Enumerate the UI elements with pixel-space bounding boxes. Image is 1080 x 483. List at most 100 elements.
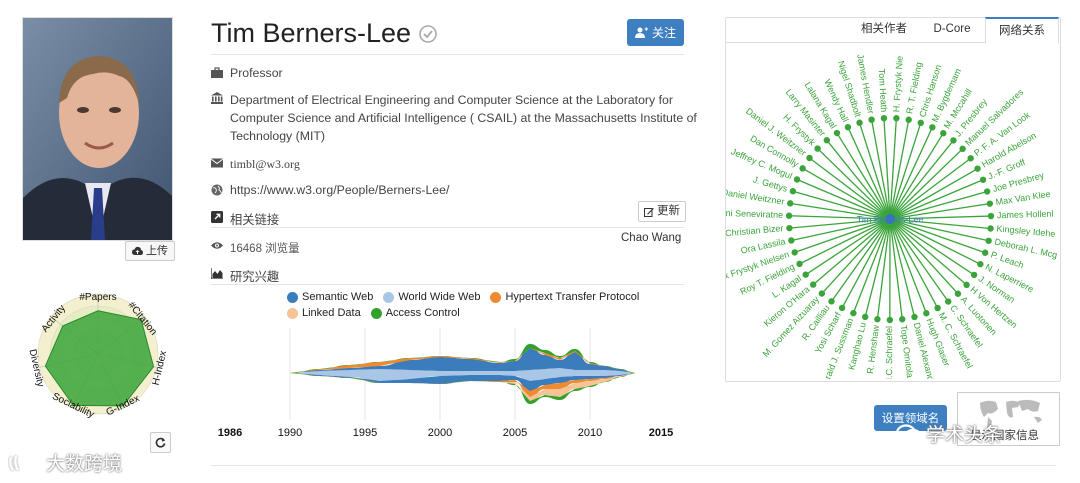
network-node bbox=[785, 212, 793, 219]
network-node bbox=[828, 298, 835, 305]
upload-photo-button[interactable]: 上传 bbox=[125, 241, 175, 261]
edit-icon bbox=[644, 207, 654, 217]
update-label: 更新 bbox=[657, 205, 680, 217]
legend-item[interactable]: Hypertext Transfer Protocol bbox=[490, 291, 639, 303]
network-node-label: R. Henshaw bbox=[865, 324, 881, 374]
network-node bbox=[874, 316, 881, 323]
email-text[interactable]: timbl@w3.org bbox=[230, 157, 300, 172]
network-edge bbox=[847, 126, 891, 220]
network-node bbox=[893, 115, 900, 122]
network-node bbox=[789, 188, 797, 195]
network-node bbox=[793, 176, 801, 183]
interests-label: 研究兴趣 bbox=[230, 270, 280, 284]
network-node bbox=[838, 304, 846, 312]
brand-logo-icon bbox=[9, 454, 42, 471]
network-node bbox=[905, 116, 912, 123]
legend-label: Access Control bbox=[385, 307, 460, 319]
network-node bbox=[923, 310, 930, 317]
name-text: Tim Berners-Lee bbox=[211, 18, 412, 48]
network-node bbox=[954, 290, 962, 297]
network-node bbox=[814, 145, 821, 152]
legend-swatch bbox=[287, 307, 298, 319]
network-node bbox=[950, 137, 957, 144]
legend-item[interactable]: Semantic Web bbox=[287, 291, 373, 303]
network-node bbox=[796, 260, 803, 268]
axis-tick-label: 1990 bbox=[278, 427, 302, 439]
wechat-icon bbox=[896, 423, 922, 443]
follow-button[interactable]: 关注 bbox=[627, 19, 684, 46]
legend-swatch bbox=[383, 291, 395, 303]
divider bbox=[211, 227, 684, 228]
views-count: 16468 浏览量 bbox=[230, 243, 300, 255]
tab-related-authors[interactable]: 相关作者 bbox=[849, 17, 919, 42]
network-edge bbox=[809, 157, 891, 220]
affiliation-text: Department of Electrical Engineering and… bbox=[230, 93, 697, 143]
network-node bbox=[987, 212, 995, 220]
cloud-upload-icon bbox=[132, 246, 143, 255]
network-node bbox=[809, 281, 817, 288]
affiliation-row: Department of Electrical Engineering and… bbox=[211, 91, 700, 145]
legend-item[interactable]: Access Control bbox=[370, 307, 460, 319]
network-node bbox=[911, 313, 918, 321]
network-node-label: James Hollenl bbox=[997, 209, 1054, 221]
tab-d-core[interactable]: D-Core bbox=[919, 17, 985, 42]
network-node bbox=[833, 129, 841, 137]
axis-tick-label: 1986 bbox=[218, 427, 242, 439]
upload-label: 上传 bbox=[146, 245, 168, 257]
tab-network[interactable]: 网络关系 bbox=[985, 17, 1059, 44]
envelope-icon bbox=[211, 158, 223, 168]
title-row: Professor bbox=[211, 66, 283, 80]
interests-row: 研究兴趣 bbox=[211, 267, 279, 285]
watermark-right: 学术头条 bbox=[896, 420, 1002, 447]
axis-tick-label: 2010 bbox=[578, 427, 602, 439]
network-edge bbox=[889, 218, 916, 318]
network-node bbox=[987, 225, 994, 232]
axis-tick-label: 1995 bbox=[353, 427, 377, 439]
email-row: timbl@w3.org bbox=[211, 157, 300, 172]
network-edge bbox=[889, 140, 954, 220]
network-center-label: Tim Berners-Lee bbox=[857, 214, 924, 224]
network-node bbox=[788, 237, 795, 244]
network-node bbox=[791, 249, 798, 256]
axis-tick-label: 2015 bbox=[649, 427, 673, 439]
network-node bbox=[917, 119, 924, 127]
network-node bbox=[868, 116, 875, 123]
network-node-label: ani Seneviratne bbox=[726, 208, 783, 220]
homepage-link[interactable]: https://www.w3.org/People/Berners-Lee/ bbox=[230, 183, 449, 197]
radar-axis-label: #Papers bbox=[79, 292, 116, 303]
axis-tick-label: 2005 bbox=[503, 427, 527, 439]
watermark-left: 大数跨境 bbox=[8, 449, 122, 476]
views-row: 16468 浏览量 bbox=[211, 240, 300, 256]
verified-check-icon bbox=[419, 24, 437, 43]
legend-swatch bbox=[287, 291, 298, 303]
homepage-row: https://www.w3.org/People/Berners-Lee/ bbox=[211, 183, 449, 197]
network-node bbox=[929, 124, 936, 131]
axis-tick-label: 2000 bbox=[428, 427, 452, 439]
legend-item[interactable]: Linked Data bbox=[287, 307, 361, 319]
globe-icon bbox=[211, 184, 223, 196]
eye-icon bbox=[211, 242, 223, 249]
network-node bbox=[818, 290, 826, 297]
network-node bbox=[806, 154, 813, 162]
legend-swatch bbox=[490, 291, 502, 303]
stream-layer bbox=[290, 348, 635, 373]
update-button[interactable]: 更新 bbox=[638, 201, 686, 222]
network-node-label: Tope Omitola bbox=[899, 325, 915, 379]
network-node bbox=[945, 298, 952, 305]
legend-item[interactable]: World Wide Web bbox=[383, 291, 480, 303]
divider bbox=[211, 54, 684, 55]
network-node bbox=[880, 114, 888, 122]
network-node-label: Christian Bizer bbox=[726, 223, 784, 238]
network-node bbox=[799, 165, 806, 172]
editor-name: Chao Wang bbox=[621, 232, 682, 244]
institution-icon bbox=[211, 92, 223, 104]
network-node bbox=[886, 316, 894, 324]
network-node bbox=[940, 130, 947, 137]
network-graph: Tom Heath H. Frystyk Nie R. T. FieldingChr… bbox=[726, 53, 1058, 379]
network-edge bbox=[826, 139, 891, 220]
related-links-row: 相关链接 bbox=[211, 210, 279, 228]
network-node bbox=[985, 237, 992, 244]
network-node bbox=[823, 137, 831, 144]
refresh-button[interactable] bbox=[150, 432, 171, 453]
network-node bbox=[899, 316, 906, 323]
